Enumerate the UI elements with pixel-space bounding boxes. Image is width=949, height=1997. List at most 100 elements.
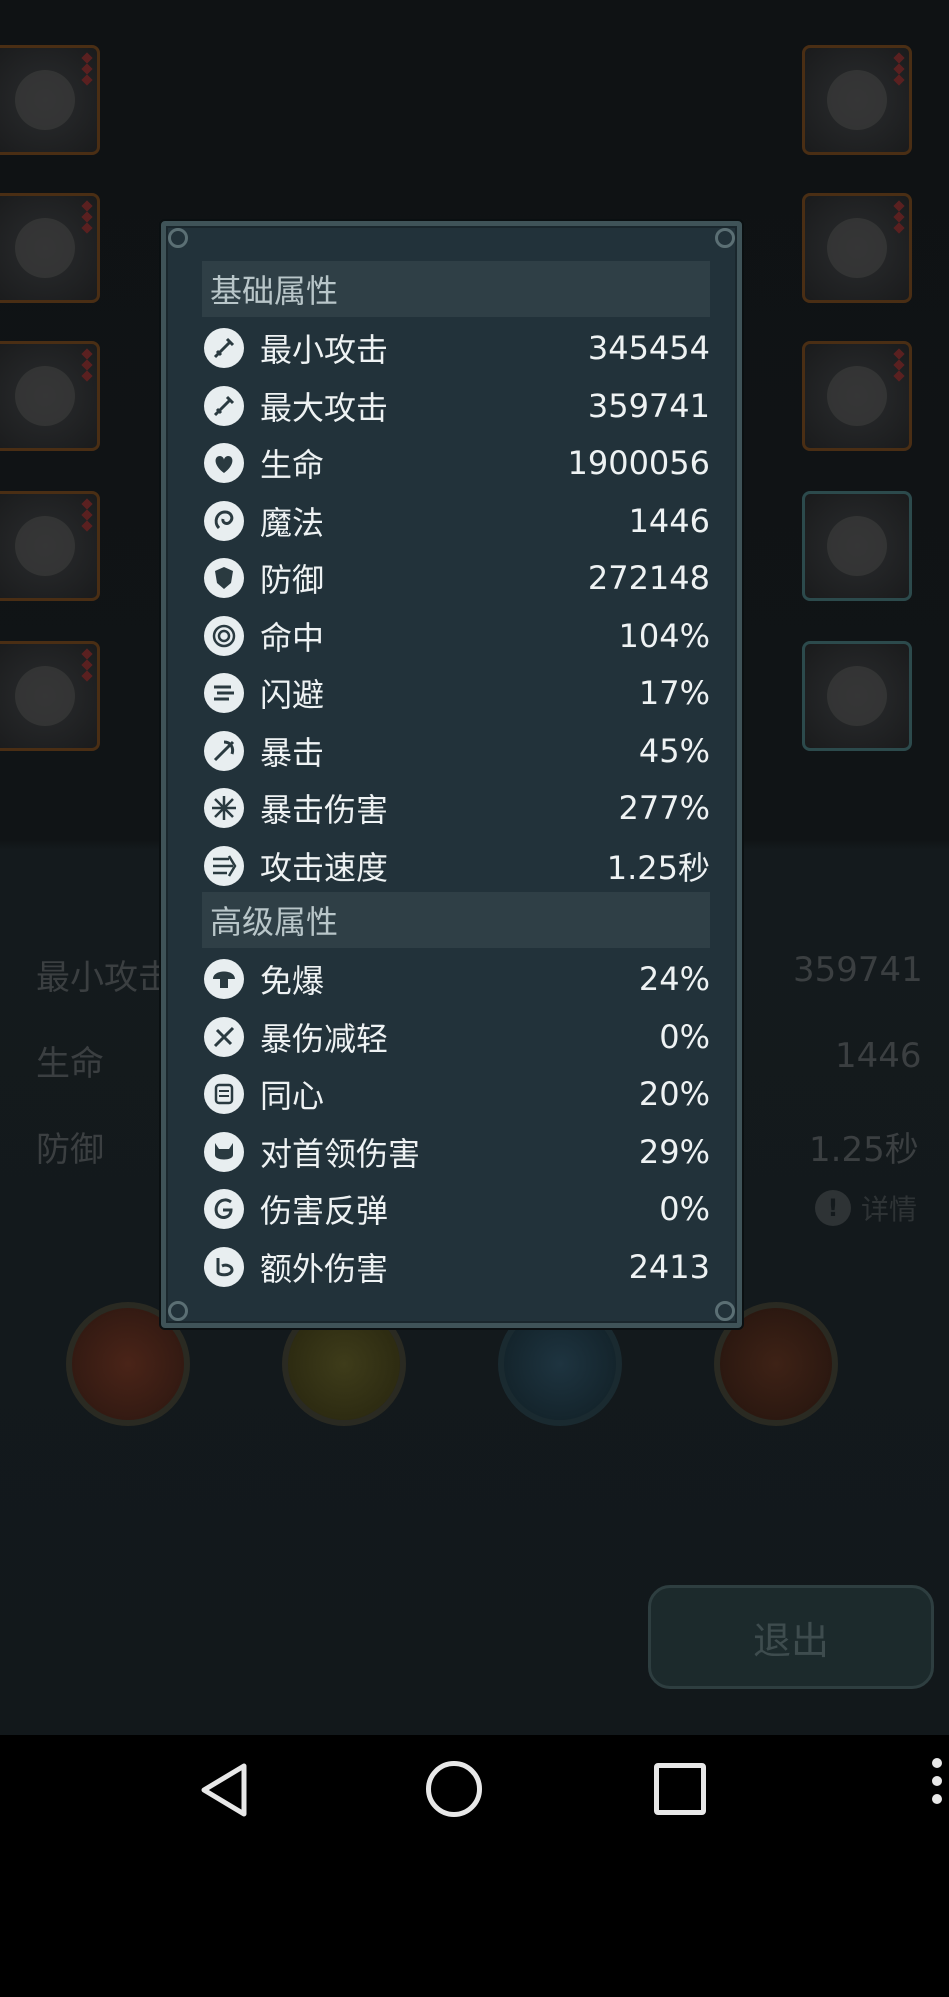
demon-icon: [204, 1131, 244, 1172]
heart-icon: [204, 443, 244, 483]
stat-row: 闪避 17%: [202, 667, 710, 719]
bg-stat-value: 1.25秒: [809, 1130, 919, 1170]
amulet-icon: [827, 516, 887, 576]
mushroom-icon: [204, 959, 244, 999]
stat-value: 20%: [638, 1075, 710, 1113]
stat-label: 暴击: [260, 733, 325, 772]
stat-label: 伤害反弹: [260, 1192, 389, 1230]
section-advanced-title: 高级属性: [202, 892, 710, 948]
home-icon[interactable]: [426, 1761, 482, 1817]
equip-slot-necklace[interactable]: [802, 341, 912, 451]
stat-row: 生命 1900056: [202, 437, 710, 489]
corner-ornament: [715, 1301, 735, 1321]
equip-slot-amulet[interactable]: [802, 491, 912, 601]
necklace-icon: [827, 366, 887, 426]
stat-label: 最大攻击: [260, 388, 389, 427]
equip-slot-helmet[interactable]: [0, 45, 100, 155]
stat-row: 暴伤减轻 0%: [202, 1011, 710, 1063]
stat-row: 伤害反弹 0%: [202, 1183, 710, 1235]
stat-row: 最小攻击 345454: [202, 322, 710, 374]
equip-slot-helm[interactable]: [802, 641, 912, 751]
equip-slot-pants[interactable]: [0, 341, 100, 451]
speed-icon: [204, 845, 244, 886]
corner-ornament: [715, 228, 735, 248]
reflect-icon: [204, 1189, 244, 1229]
scroll-icon: [204, 1074, 244, 1114]
stat-value: 29%: [638, 1132, 710, 1171]
stat-label: 额外伤害: [260, 1249, 389, 1288]
stat-label: 防御: [260, 561, 325, 599]
wind-icon: [204, 673, 244, 713]
stat-value: 1900056: [567, 444, 710, 482]
stat-label: 魔法: [260, 503, 325, 542]
stat-row: 免爆 24%: [202, 953, 710, 1005]
stat-value: 24%: [638, 960, 710, 998]
stat-label: 暴伤减轻: [260, 1019, 389, 1058]
reduce-icon: [204, 1016, 244, 1057]
crit-icon: [204, 730, 244, 771]
bg-stat-value: 359741: [793, 950, 923, 990]
stat-row: 防御 272148: [202, 552, 710, 604]
stat-value: 359741: [587, 386, 710, 425]
equip-slot-ring[interactable]: [802, 193, 912, 303]
back-icon[interactable]: [198, 1762, 250, 1818]
sword-icon: [204, 328, 244, 368]
stat-value: 1446: [628, 501, 710, 540]
equip-slot-boots[interactable]: [0, 641, 100, 751]
info-icon: !: [815, 1190, 851, 1226]
stat-value: 272148: [587, 559, 710, 597]
stat-value: 0%: [659, 1190, 710, 1228]
corner-ornament: [168, 228, 188, 248]
recent-apps-icon[interactable]: [654, 1763, 706, 1815]
stat-row: 对首领伤害 29%: [202, 1126, 710, 1178]
pants-icon: [15, 366, 75, 426]
fist-icon: [204, 1246, 244, 1287]
bracer-icon: [15, 516, 75, 576]
corner-ornament: [168, 1301, 188, 1321]
bg-stat-label: 生命: [36, 1044, 104, 1084]
gear-ring-icon: [827, 218, 887, 278]
stat-label: 暴击伤害: [260, 791, 389, 829]
stat-label: 对首领伤害: [260, 1134, 421, 1173]
stat-label: 生命: [260, 446, 325, 484]
equip-slot-bracer[interactable]: [0, 491, 100, 601]
armor-icon: [15, 218, 75, 278]
stat-label: 同心: [260, 1077, 325, 1115]
stat-value: 104%: [618, 616, 710, 655]
stat-row: 攻击速度 1.25秒: [202, 840, 710, 892]
bg-stat-value: 1446: [835, 1036, 922, 1076]
burst-icon: [204, 788, 244, 828]
stat-label: 命中: [260, 618, 325, 657]
boots-icon: [15, 666, 75, 726]
stat-value: 277%: [618, 789, 710, 827]
more-icon[interactable]: [932, 1758, 944, 1812]
shield-icon: [204, 558, 244, 598]
stat-row: 暴击伤害 277%: [202, 782, 710, 834]
stat-row: 额外伤害 2413: [202, 1241, 710, 1293]
stat-label: 攻击速度: [260, 848, 389, 887]
helm-icon: [827, 666, 887, 726]
equip-slot-armor[interactable]: [0, 193, 100, 303]
hood-icon: [15, 70, 75, 130]
stat-value: 0%: [659, 1017, 710, 1056]
detail-label: 详情: [861, 1193, 918, 1226]
attribute-popup: 基础属性 最小攻击 345454 最大攻击 359741 生命 1900056 魔法 1446…: [161, 221, 742, 1328]
equip-slot-weapon[interactable]: [802, 45, 912, 155]
magic-icon: [204, 500, 244, 541]
game-screen: 最小攻击 生命 防御 359741 1446 1.25秒 ! 详情 退出 基础属…: [0, 0, 949, 1735]
stat-value: 17%: [638, 674, 710, 712]
stat-value: 45%: [638, 731, 710, 770]
stat-row: 同心 20%: [202, 1068, 710, 1120]
stat-value: 345454: [587, 329, 710, 367]
detail-link[interactable]: ! 详情: [815, 1188, 917, 1228]
stat-value: 2413: [628, 1247, 710, 1286]
target-icon: [204, 615, 244, 656]
stat-row: 魔法 1446: [202, 495, 710, 547]
exit-button[interactable]: 退出: [648, 1585, 934, 1689]
android-nav-bar: [0, 1735, 949, 1839]
sword-icon: [204, 385, 244, 426]
stat-value: 1.25秒: [606, 848, 710, 887]
stat-row: 命中 104%: [202, 610, 710, 662]
stat-row: 最大攻击 359741: [202, 380, 710, 432]
axe-icon: [827, 70, 887, 130]
